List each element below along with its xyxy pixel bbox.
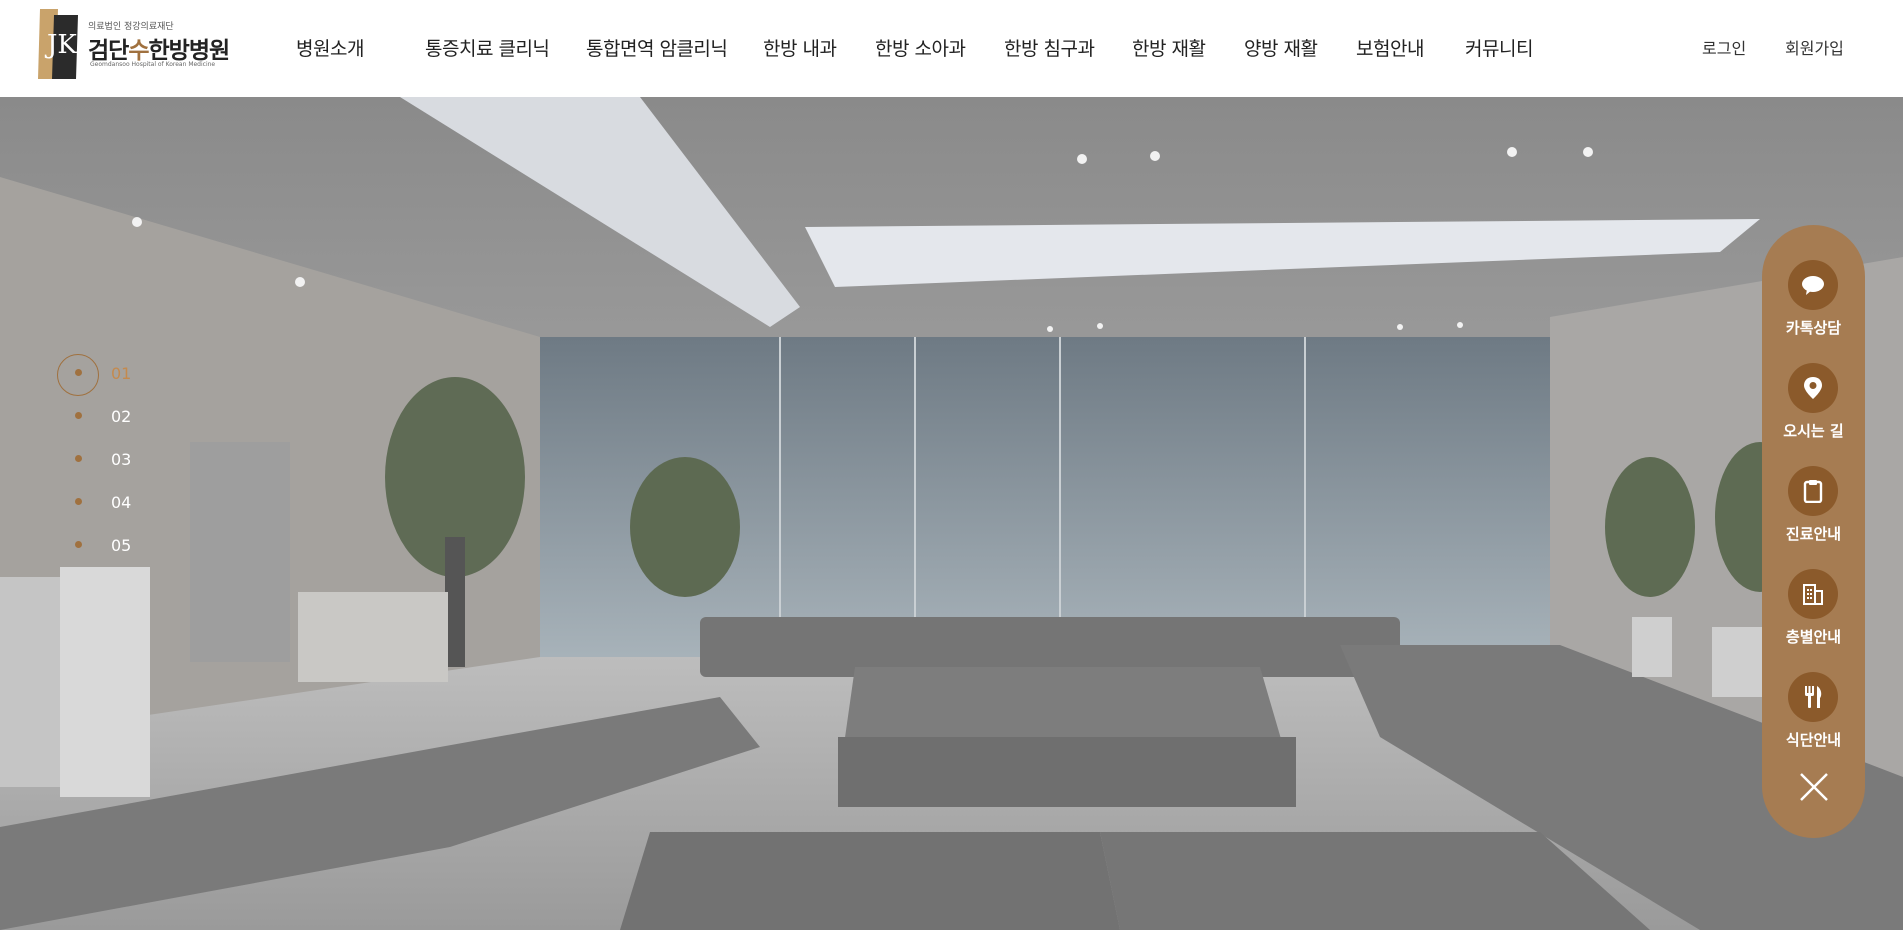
nav-item-insurance[interactable]: 보험안내	[1356, 34, 1424, 61]
hero-visual	[0, 97, 1903, 930]
pager-number: 05	[111, 536, 132, 555]
login-link[interactable]: 로그인	[1702, 35, 1746, 59]
nav-item-acupuncture[interactable]: 한방 침구과	[1004, 34, 1095, 61]
join-link[interactable]: 회원가입	[1785, 35, 1844, 59]
quick-label: 식단안내	[1785, 731, 1842, 749]
nav-item-pediatrics[interactable]: 한방 소아과	[875, 34, 966, 61]
quick-item-directions[interactable]: 오시는 길	[1762, 328, 1865, 440]
quick-menu: 카톡상담 오시는 길 진료안내 층별안내 식단안내	[1762, 225, 1865, 838]
quick-item-floor-guide[interactable]: 층별안내	[1762, 534, 1865, 646]
pager-number: 03	[111, 450, 132, 469]
clipboard-icon	[1803, 480, 1823, 503]
fork-knife-icon	[1805, 686, 1822, 708]
nav-item-internal-medicine[interactable]: 한방 내과	[763, 34, 837, 61]
dot-icon	[75, 541, 82, 548]
pager-number: 01	[111, 364, 132, 383]
pager-item-3[interactable]: 03	[55, 444, 145, 474]
site-header: JK 의료법인 정강의료재단 검단수한방병원 Geomdansoo Hospit…	[0, 0, 1903, 97]
close-icon[interactable]	[1797, 770, 1831, 804]
logo-title: 검단수한방병원	[88, 38, 230, 64]
dot-icon	[75, 498, 82, 505]
logo-mark-icon: JK	[38, 9, 78, 79]
logo-english: Geomdansoo Hospital of Korean Medicine	[90, 61, 216, 68]
pager-number: 02	[111, 407, 132, 426]
nav-item-oriental-rehab[interactable]: 한방 재활	[1132, 34, 1206, 61]
pager-number: 04	[111, 493, 132, 512]
quick-item-meal-guide[interactable]: 식단안내	[1762, 637, 1865, 749]
dot-icon	[75, 412, 82, 419]
quick-item-kakao-chat[interactable]: 카톡상담	[1762, 225, 1865, 337]
quick-item-clinic-info[interactable]: 진료안내	[1762, 431, 1865, 543]
map-pin-icon	[1804, 377, 1822, 399]
logo[interactable]: JK 의료법인 정강의료재단 검단수한방병원 Geomdansoo Hospit…	[38, 9, 238, 81]
pager-item-5[interactable]: 05	[55, 530, 145, 560]
svg-text:JK: JK	[44, 30, 77, 60]
building-icon	[1803, 584, 1823, 605]
pager-item-1[interactable]: 01	[55, 354, 145, 396]
dot-icon	[75, 455, 82, 462]
slider-pagination: 01 02 03 04 05	[55, 354, 145, 568]
nav-item-community[interactable]: 커뮤니티	[1465, 34, 1533, 61]
pager-item-2[interactable]: 02	[55, 401, 145, 431]
nav-item-cancer-clinic[interactable]: 통합면역 암클리닉	[586, 34, 728, 61]
lobby-photo	[0, 97, 1903, 930]
chat-bubble-icon	[1802, 276, 1824, 295]
nav-item-western-rehab[interactable]: 양방 재활	[1244, 34, 1318, 61]
pager-item-4[interactable]: 04	[55, 487, 145, 517]
nav-item-hospital-intro[interactable]: 병원소개	[296, 34, 364, 61]
nav-item-pain-clinic[interactable]: 통증치료 클리닉	[425, 34, 550, 61]
dot-icon	[75, 369, 82, 376]
